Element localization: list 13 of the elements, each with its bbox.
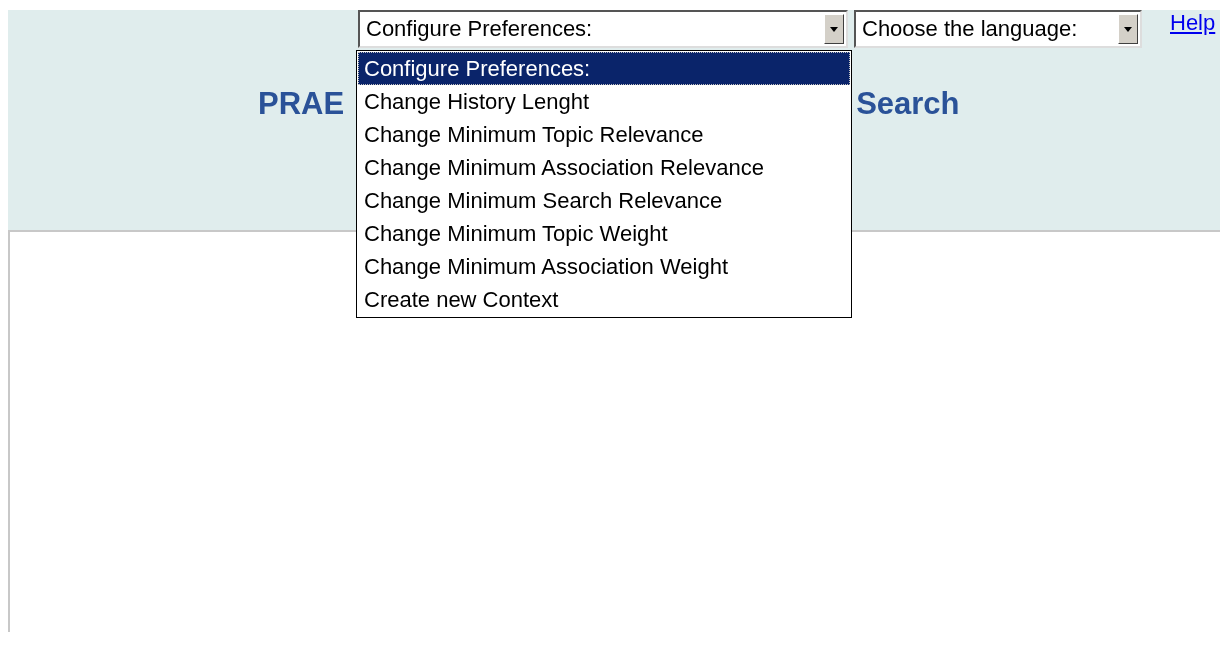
page-title: Search (856, 86, 960, 122)
dropdown-option[interactable]: Create new Context (358, 283, 850, 316)
preferences-dropdown[interactable]: Configure Preferences: (358, 10, 848, 48)
dropdown-option[interactable]: Change Minimum Association Weight (358, 250, 850, 283)
dropdown-option[interactable]: Change Minimum Topic Relevance (358, 118, 850, 151)
page-title: PRAE (258, 86, 345, 122)
dropdown-option[interactable]: Configure Preferences: (358, 52, 850, 85)
dropdown-option[interactable]: Change Minimum Search Relevance (358, 184, 850, 217)
help-link[interactable]: Help (1170, 10, 1216, 36)
language-dropdown[interactable]: Choose the language: (854, 10, 1142, 48)
dropdown-option[interactable]: Change History Lenght (358, 85, 850, 118)
dropdown-option[interactable]: Change Minimum Topic Weight (358, 217, 850, 250)
dropdown-option[interactable]: Change Minimum Association Relevance (358, 151, 850, 184)
